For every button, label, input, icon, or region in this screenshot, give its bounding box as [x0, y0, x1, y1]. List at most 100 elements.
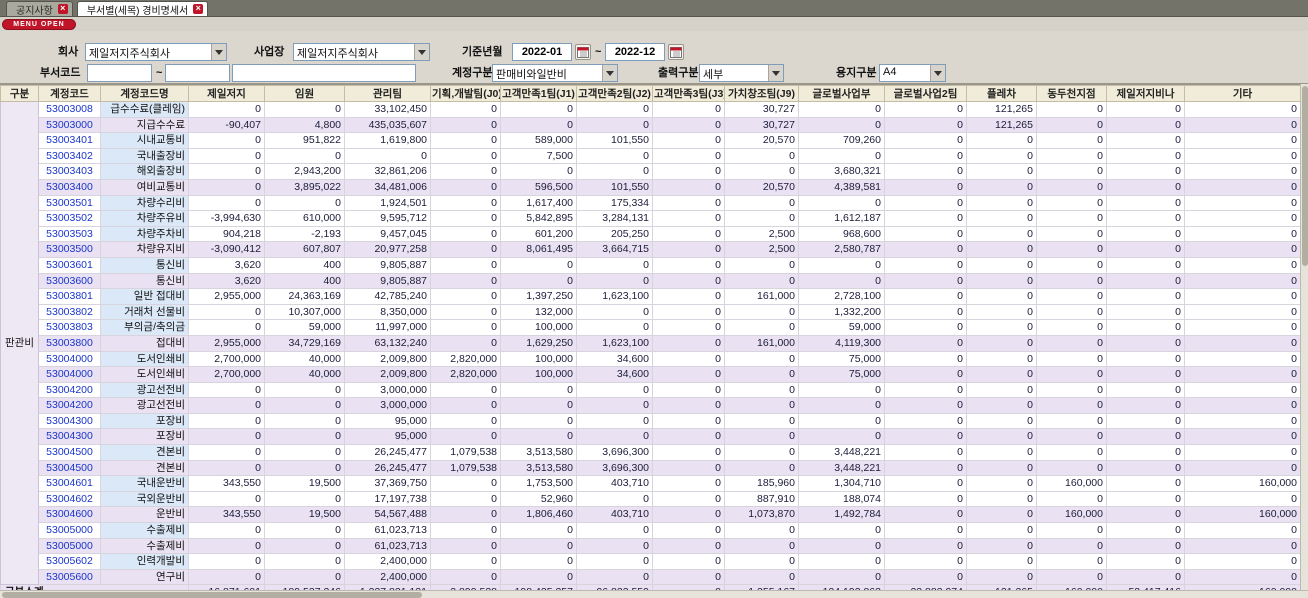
cell-value[interactable]: 0 — [430, 288, 501, 305]
cell-value[interactable]: -2,193 — [264, 225, 345, 243]
cell-value[interactable]: 0 — [1036, 428, 1107, 446]
cell-value[interactable]: 0 — [724, 459, 799, 477]
cell-value[interactable]: 0 — [1106, 288, 1185, 305]
cell-value[interactable]: 0 — [264, 459, 345, 477]
table-row[interactable]: 53003402 국내출장비 0 0 0 0 7,500 0 0 0 0 0 0 0 0 0 — [1, 147, 1300, 165]
cell-value[interactable]: 0 — [966, 381, 1037, 399]
cell-value[interactable]: 0 — [884, 272, 967, 290]
cell-value[interactable]: 0 — [1106, 194, 1185, 212]
cell-account-code[interactable]: 53003601 — [38, 256, 101, 274]
cell-value[interactable]: 0 — [966, 412, 1037, 430]
cell-value[interactable]: 0 — [884, 147, 967, 165]
cell-value[interactable]: 968,600 — [798, 225, 885, 243]
cell-account-name[interactable]: 수출제비 — [100, 522, 189, 539]
chevron-down-icon[interactable] — [930, 65, 945, 81]
column-header[interactable]: 기타 — [1184, 85, 1300, 102]
cell-value[interactable]: 0 — [966, 428, 1037, 446]
cell-value[interactable]: 160,000 — [1036, 475, 1107, 492]
cell-value[interactable]: 0 — [1036, 444, 1107, 461]
cell-value[interactable]: 3,000,000 — [344, 381, 431, 399]
cell-value[interactable]: 1,397,250 — [500, 288, 577, 305]
cell-value[interactable]: 10,307,000 — [264, 303, 345, 321]
table-row[interactable]: 53003800 접대비 2,955,000 34,729,169 63,132,240… — [1, 334, 1300, 352]
cell-value[interactable]: 0 — [652, 381, 725, 399]
cell-value[interactable]: 0 — [1184, 366, 1300, 383]
cell-account-code[interactable]: 53005600 — [38, 568, 101, 586]
cell-value[interactable]: 0 — [188, 537, 265, 555]
cell-value[interactable]: 0 — [1184, 350, 1300, 368]
cell-value[interactable]: 0 — [264, 537, 345, 555]
cell-value[interactable]: 0 — [1184, 568, 1300, 586]
cell-value[interactable]: 0 — [1036, 412, 1107, 430]
cell-account-code[interactable]: 53004000 — [38, 350, 101, 368]
cell-value[interactable]: 0 — [724, 319, 799, 336]
cell-value[interactable]: 0 — [1106, 475, 1185, 492]
cell-value[interactable]: 0 — [1106, 522, 1185, 539]
cell-account-code[interactable]: 53004500 — [38, 444, 101, 461]
cell-value[interactable]: 0 — [724, 537, 799, 555]
cell-value[interactable]: 0 — [724, 397, 799, 414]
cell-value[interactable]: 20,570 — [724, 132, 799, 149]
cell-value[interactable]: 0 — [798, 412, 885, 430]
table-row[interactable]: 53004300 포장비 0 0 95,000 0 0 0 0 0 0 0 0 0 0 0 — [1, 412, 1300, 430]
cell-value[interactable]: 2,009,800 — [344, 366, 431, 383]
cell-value[interactable]: 0 — [430, 241, 501, 258]
cell-value[interactable]: 0 — [798, 381, 885, 399]
table-row[interactable]: 53003502 차량주유비 -3,994,630 610,000 9,595,712 0… — [1, 210, 1300, 227]
cell-account-code[interactable]: 53004000 — [38, 366, 101, 383]
cell-value[interactable]: 0 — [500, 116, 577, 134]
cell-value[interactable]: 0 — [430, 397, 501, 414]
column-header[interactable]: 관리팀 — [344, 85, 431, 102]
cell-value[interactable]: 0 — [1184, 334, 1300, 352]
cell-value[interactable]: 0 — [264, 568, 345, 586]
cell-value[interactable]: 0 — [264, 397, 345, 414]
cell-account-name[interactable]: 국내출장비 — [100, 147, 189, 165]
cell-value[interactable]: 0 — [1184, 553, 1300, 570]
cell-value[interactable]: 0 — [1184, 522, 1300, 539]
cell-value[interactable]: 0 — [1184, 210, 1300, 227]
cell-value[interactable]: 34,729,169 — [264, 334, 345, 352]
cell-value[interactable]: 0 — [500, 163, 577, 180]
cell-value[interactable]: 0 — [884, 163, 967, 180]
cell-value[interactable]: 0 — [1036, 178, 1107, 196]
cell-account-name[interactable]: 국내운반비 — [100, 475, 189, 492]
close-icon[interactable] — [193, 3, 204, 14]
cell-value[interactable]: 2,820,000 — [430, 350, 501, 368]
cell-value[interactable]: 0 — [1106, 553, 1185, 570]
cell-value[interactable]: 0 — [1106, 428, 1185, 446]
cell-value[interactable]: 0 — [500, 568, 577, 586]
cell-value[interactable]: 0 — [652, 475, 725, 492]
cell-value[interactable]: 596,500 — [500, 178, 577, 196]
cell-value[interactable]: -3,994,630 — [188, 210, 265, 227]
column-header[interactable]: 동두천지점 — [1036, 85, 1107, 102]
cell-value[interactable]: 3,620 — [188, 256, 265, 274]
cell-value[interactable]: 0 — [652, 147, 725, 165]
cell-value[interactable]: 61,023,713 — [344, 537, 431, 555]
table-row[interactable]: 판관비 53003008 급수수료(클레임) 0 0 33,102,450 0 0 0 0 30,7… — [0, 100, 1300, 586]
cell-value[interactable]: 1,612,187 — [798, 210, 885, 227]
cell-account-name[interactable]: 시내교통비 — [100, 132, 189, 149]
cell-value[interactable]: 0 — [724, 256, 799, 274]
cell-value[interactable]: 2,728,100 — [798, 288, 885, 305]
cell-value[interactable]: 34,481,006 — [344, 178, 431, 196]
cell-value[interactable]: 0 — [652, 132, 725, 149]
cell-value[interactable]: 435,035,607 — [344, 116, 431, 134]
cell-value[interactable]: 0 — [1106, 132, 1185, 149]
cell-value[interactable]: 0 — [430, 256, 501, 274]
cell-value[interactable]: 185,960 — [724, 475, 799, 492]
cell-account-name[interactable]: 견본비 — [100, 444, 189, 461]
cell-value[interactable]: 0 — [576, 101, 653, 118]
cell-value[interactable]: 34,600 — [576, 350, 653, 368]
dept-from-input[interactable] — [87, 64, 152, 82]
cell-value[interactable]: 3,284,131 — [576, 210, 653, 227]
cell-value[interactable]: 0 — [1106, 147, 1185, 165]
cell-value[interactable]: 0 — [966, 568, 1037, 586]
cell-account-name[interactable]: 인력개발비 — [100, 553, 189, 570]
cell-value[interactable]: 1,623,100 — [576, 334, 653, 352]
table-row[interactable]: 53003803 부의금/축의금 0 59,000 11,997,000 0 100,000… — [1, 319, 1300, 336]
cell-value[interactable]: 0 — [966, 256, 1037, 274]
tab-expense-report[interactable]: 부서별(세목) 경비명세서 — [76, 1, 209, 17]
cell-value[interactable]: 0 — [652, 272, 725, 290]
cell-value[interactable]: 75,000 — [798, 350, 885, 368]
cell-account-code[interactable]: 53003008 — [38, 101, 101, 118]
